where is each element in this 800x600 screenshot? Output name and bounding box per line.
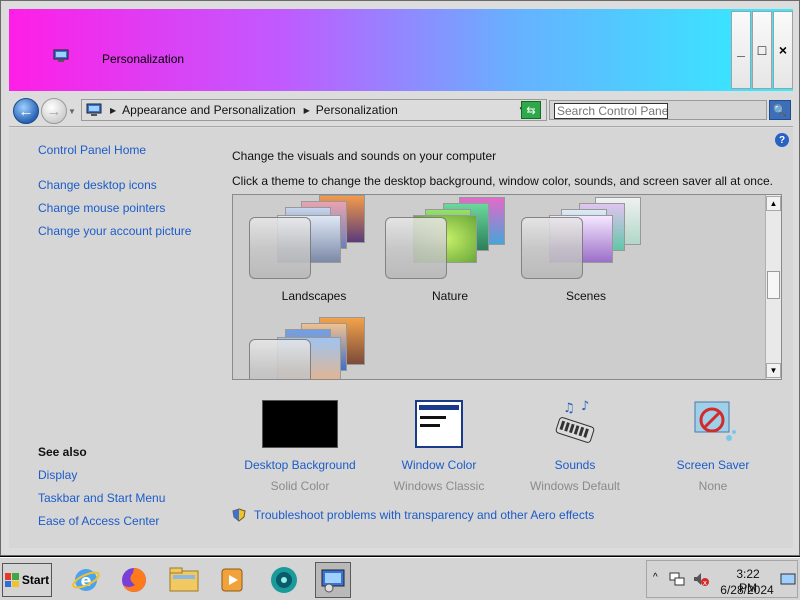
sounds-icon[interactable]: ♫ ♪ [537, 398, 613, 448]
control-panel-home-link[interactable]: Control Panel Home [38, 143, 146, 157]
start-label: Start [21, 573, 50, 587]
theme-scenes-thumbnail[interactable] [521, 217, 583, 279]
show-hidden-icons-icon[interactable]: ^ [653, 572, 658, 583]
back-arrow-icon[interactable]: ← [13, 98, 39, 124]
theme-scrollbar[interactable]: ▲ ▼ [765, 195, 781, 379]
breadcrumb-appearance[interactable]: Appearance and Personalization [122, 103, 295, 117]
change-desktop-icons-link[interactable]: Change desktop icons [38, 178, 157, 192]
svg-text:♪: ♪ [581, 399, 589, 414]
window-color-value: Windows Classic [393, 479, 485, 493]
theme-landscapes-thumbnail[interactable] [249, 217, 311, 279]
display-link[interactable]: Display [38, 468, 77, 482]
desktop-background-value: Solid Color [270, 479, 330, 493]
shield-icon [232, 508, 246, 522]
troubleshoot-link[interactable]: Troubleshoot problems with transparency … [254, 508, 594, 522]
show-desktop-icon[interactable] [780, 573, 796, 585]
theme-nature[interactable]: Nature [385, 195, 505, 303]
clock-date[interactable]: 6/28/2024 [719, 583, 775, 597]
search-box [549, 100, 767, 120]
firefox-icon[interactable] [116, 562, 152, 598]
help-icon[interactable]: ? [775, 133, 789, 147]
breadcrumb-separator-icon[interactable]: ▶ [304, 106, 310, 115]
personalization-icon [53, 49, 69, 62]
taskbar-start-menu-link[interactable]: Taskbar and Start Menu [38, 491, 165, 505]
forward-arrow-icon[interactable]: → [41, 98, 67, 124]
control-panel-icon [86, 103, 102, 116]
scroll-down-icon[interactable]: ▼ [766, 363, 781, 378]
theme-fourth[interactable] [249, 315, 369, 379]
address-field[interactable]: ▶ Appearance and Personalization ▶ Perso… [81, 99, 547, 121]
personalization-window: Personalization _ □ × ← → ▼ ▶ Appearance… [0, 0, 800, 556]
svg-text:x: x [703, 579, 707, 587]
network-icon[interactable] [669, 571, 685, 587]
sounds-link[interactable]: Sounds [505, 458, 645, 472]
option-desktop-background[interactable]: Desktop Background Solid Color [230, 398, 370, 493]
theme-nature-thumbnail[interactable] [385, 217, 447, 279]
theme-nature-label: Nature [431, 289, 469, 303]
troubleshoot-link-row[interactable]: Troubleshoot problems with transparency … [232, 508, 594, 522]
sounds-value: Windows Default [529, 479, 621, 493]
page-heading: Change the visuals and sounds on your co… [232, 149, 497, 163]
maximize-button[interactable]: □ [752, 11, 772, 89]
page-subheading: Click a theme to change the desktop back… [232, 174, 773, 188]
media-center-icon[interactable] [266, 562, 302, 598]
option-window-color[interactable]: Window Color Windows Classic [369, 398, 509, 493]
desktop-background-link[interactable]: Desktop Background [230, 458, 370, 472]
theme-gallery: Landscapes Nature Scenes ▲ ▼ [232, 194, 782, 380]
start-button[interactable]: Start [2, 563, 52, 597]
minimize-button[interactable]: _ [731, 11, 751, 89]
change-mouse-pointers-link[interactable]: Change mouse pointers [38, 201, 165, 215]
recent-pages-dropdown-icon[interactable]: ▼ [68, 107, 76, 116]
media-player-icon[interactable] [214, 562, 250, 598]
window-title: Personalization [102, 52, 185, 66]
breadcrumb-personalization[interactable]: Personalization [316, 103, 398, 117]
internet-explorer-icon[interactable]: e [68, 562, 104, 598]
theme-landscapes-label: Landscapes [281, 289, 347, 303]
windows-logo-icon [4, 573, 19, 587]
svg-text:♫: ♫ [563, 401, 575, 416]
option-screen-saver[interactable]: Screen Saver None [643, 398, 783, 493]
theme-scenes-label: Scenes [565, 289, 607, 303]
breadcrumb-separator-icon[interactable]: ▶ [110, 106, 116, 115]
theme-fourth-thumbnail[interactable] [249, 339, 311, 379]
see-also-heading: See also [38, 445, 87, 459]
desktop-background-icon[interactable] [262, 398, 338, 448]
address-bar: ← → ▼ ▶ Appearance and Personalization ▶… [9, 93, 793, 127]
refresh-icon[interactable]: ⇆ [521, 101, 541, 119]
system-tray: ^ x 3:22 PM 6/28/2024 [646, 560, 798, 598]
theme-scenes[interactable]: Scenes [521, 195, 641, 303]
close-button[interactable]: × [773, 11, 793, 89]
window-color-icon[interactable] [401, 398, 477, 448]
option-sounds[interactable]: ♫ ♪ Sounds Windows Default [505, 398, 645, 493]
main-content: ? Control Panel Home Change desktop icon… [9, 128, 793, 548]
screen-saver-link[interactable]: Screen Saver [643, 458, 783, 472]
screen-saver-value: None [698, 479, 728, 493]
window-color-link[interactable]: Window Color [369, 458, 509, 472]
search-input[interactable] [554, 103, 668, 119]
title-bar[interactable]: Personalization _ □ × [9, 9, 793, 91]
search-icon[interactable]: 🔍 [769, 100, 791, 120]
scroll-up-icon[interactable]: ▲ [766, 196, 781, 211]
change-account-picture-link[interactable]: Change your account picture [38, 224, 191, 238]
file-explorer-icon[interactable] [166, 562, 202, 598]
screen-saver-icon[interactable] [675, 398, 751, 448]
volume-muted-icon[interactable]: x [693, 571, 709, 587]
theme-landscapes[interactable]: Landscapes [249, 195, 369, 303]
control-panel-icon[interactable] [315, 562, 351, 598]
ease-of-access-link[interactable]: Ease of Access Center [38, 514, 159, 528]
scroll-thumb[interactable] [767, 271, 780, 299]
taskbar: Start e ^ x 3:22 PM 6/28/2024 [0, 557, 800, 600]
